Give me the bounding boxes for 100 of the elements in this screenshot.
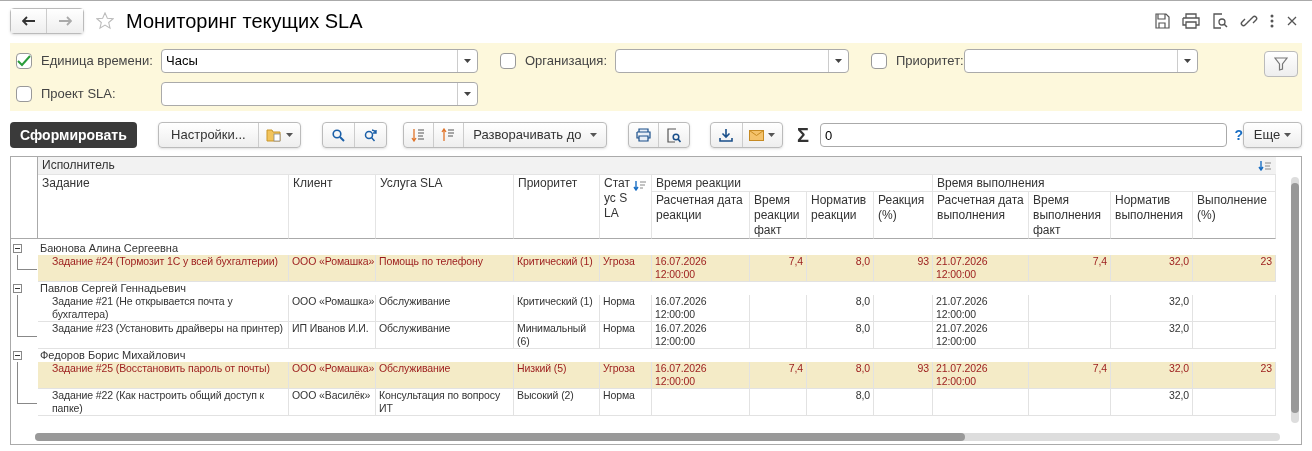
table-cell: 7,4 [1029,255,1111,282]
table-cell: Угроза [600,255,652,282]
empty-table-cell [750,295,807,322]
table-cell: 16.07.2026 12:00:00 [652,322,750,349]
table-cell: Обслуживание [376,295,514,322]
dropdown-field[interactable] [964,48,1198,73]
column-header[interactable]: Клиент [289,175,376,239]
table-cell: ИП Иванов И.И. [289,322,376,349]
caret-icon [464,58,471,63]
table-cell: 7,4 [1029,362,1111,389]
checkbox[interactable] [871,52,887,69]
sum-field[interactable]: 0 [819,123,1227,147]
generate-button[interactable]: Сформировать [10,122,137,148]
print-icon [635,128,651,142]
filter-label: Организация: [525,51,609,70]
collapse-icon[interactable] [13,284,22,293]
table-cell: 23 [1193,255,1276,282]
column-header[interactable]: Время выполнения факт [1029,192,1111,239]
checkbox[interactable] [16,85,32,102]
table-cell: ООО «Василёк» [289,389,376,416]
caret-icon [464,91,471,96]
preview-icon[interactable] [1212,13,1228,29]
table-cell: Задание #25 (Восстановить пароль от почты) [38,362,289,389]
vertical-scrollbar[interactable] [1291,177,1299,423]
column-header[interactable]: Приоритет [514,175,600,239]
table-cell: 16.07.2026 12:00:00 [652,255,750,282]
collapse-icon[interactable] [13,351,22,360]
more-options-icon[interactable] [1270,14,1274,28]
save-icon[interactable] [1154,13,1170,29]
table-cell: Низкий (5) [514,362,600,389]
table-cell: 32,0 [1111,255,1193,282]
table-cell: Критический (1) [514,255,600,282]
table-cell: Высокий (2) [514,389,600,416]
folder-icon [265,128,282,142]
caret-icon [835,58,842,63]
table-cell: 16.07.2026 12:00:00 [652,362,750,389]
sort-icon[interactable] [1258,160,1272,171]
caret-icon [1184,58,1191,63]
dropdown-field[interactable] [161,81,478,106]
table-cell: ООО «Ромашка» [289,362,376,389]
sort-icon [441,128,456,142]
download-icon [719,128,734,142]
table-cell: 93 [874,362,933,389]
table-cell: ООО «Ромашка» [289,255,376,282]
help-link[interactable]: ? [1234,124,1244,146]
horizontal-scrollbar[interactable] [35,433,1280,441]
column-header[interactable]: Норматив реакции [807,192,874,239]
column-header[interactable]: Задание [38,175,289,239]
back-arrow-icon [21,16,36,26]
filter-icon [1274,57,1288,71]
column-header[interactable]: Расчетная дата реакции [652,192,750,239]
table-cell: 21.07.2026 12:00:00 [933,362,1029,389]
column-header[interactable]: Время реакции факт [750,192,807,239]
table-cell: 93 [874,255,933,282]
table-cell: Помощь по телефону [376,255,514,282]
column-group-header: Время выполнения [933,175,1276,192]
more-button[interactable]: Еще [1243,122,1302,148]
column-header[interactable]: Расчетная дата выполнения [933,192,1029,239]
column-header[interactable]: Выполнение (%) [1193,192,1276,239]
star-icon[interactable] [96,12,114,30]
empty-table-cell [874,322,933,349]
table-cell: 21.07.2026 12:00:00 [933,255,1029,282]
back-button[interactable] [11,9,47,33]
collapse-icon[interactable] [13,244,22,253]
table-cell: 32,0 [1111,295,1193,322]
preview-icon [666,127,681,143]
table-cell: Обслуживание [376,322,514,349]
envelope-icon [749,129,765,141]
sort-icon [411,128,426,142]
table-cell: Задание #21 (Не открывается почта у бухгалтера) [38,295,289,322]
group-row-label: Павлов Сергей Геннадьевич [39,282,188,295]
table-cell: 8,0 [807,362,874,389]
column-header[interactable]: Статус SLA [600,175,652,239]
filter-button[interactable] [1264,51,1298,77]
sort-icon [633,180,647,191]
dropdown-field[interactable]: Часы [161,48,478,73]
table-cell: 32,0 [1111,322,1193,349]
search-refresh-icon [362,128,378,142]
table-cell: Минимальный (6) [514,322,600,349]
table-cell: Консультация по вопросу ИТ [376,389,514,416]
column-header[interactable]: Норматив выполнения [1111,192,1193,239]
caret-icon [768,133,776,137]
group-row-label: Баюнова Алина Сергеевна [39,242,180,255]
table-cell: 8,0 [807,255,874,282]
empty-table-cell [750,389,807,416]
checkbox[interactable] [500,52,516,69]
print-icon[interactable] [1182,13,1200,29]
column-header[interactable]: Услуга SLA [376,175,514,239]
close-icon[interactable] [1286,15,1298,27]
table-cell: Задание #23 (Установить драйверы на принтер) [38,322,289,349]
table-cell: 23 [1193,362,1276,389]
empty-table-cell [750,322,807,349]
filter-label: Единица времени: [41,51,154,70]
filter-label: Приоритет: [896,51,964,70]
dropdown-field[interactable] [615,48,849,73]
caret-icon [1284,133,1292,137]
column-header[interactable]: Реакция (%) [874,192,933,239]
table-cell: Критический (1) [514,295,600,322]
group-row-label: Федоров Борис Михайлович [39,349,187,362]
checkbox[interactable] [16,52,32,69]
